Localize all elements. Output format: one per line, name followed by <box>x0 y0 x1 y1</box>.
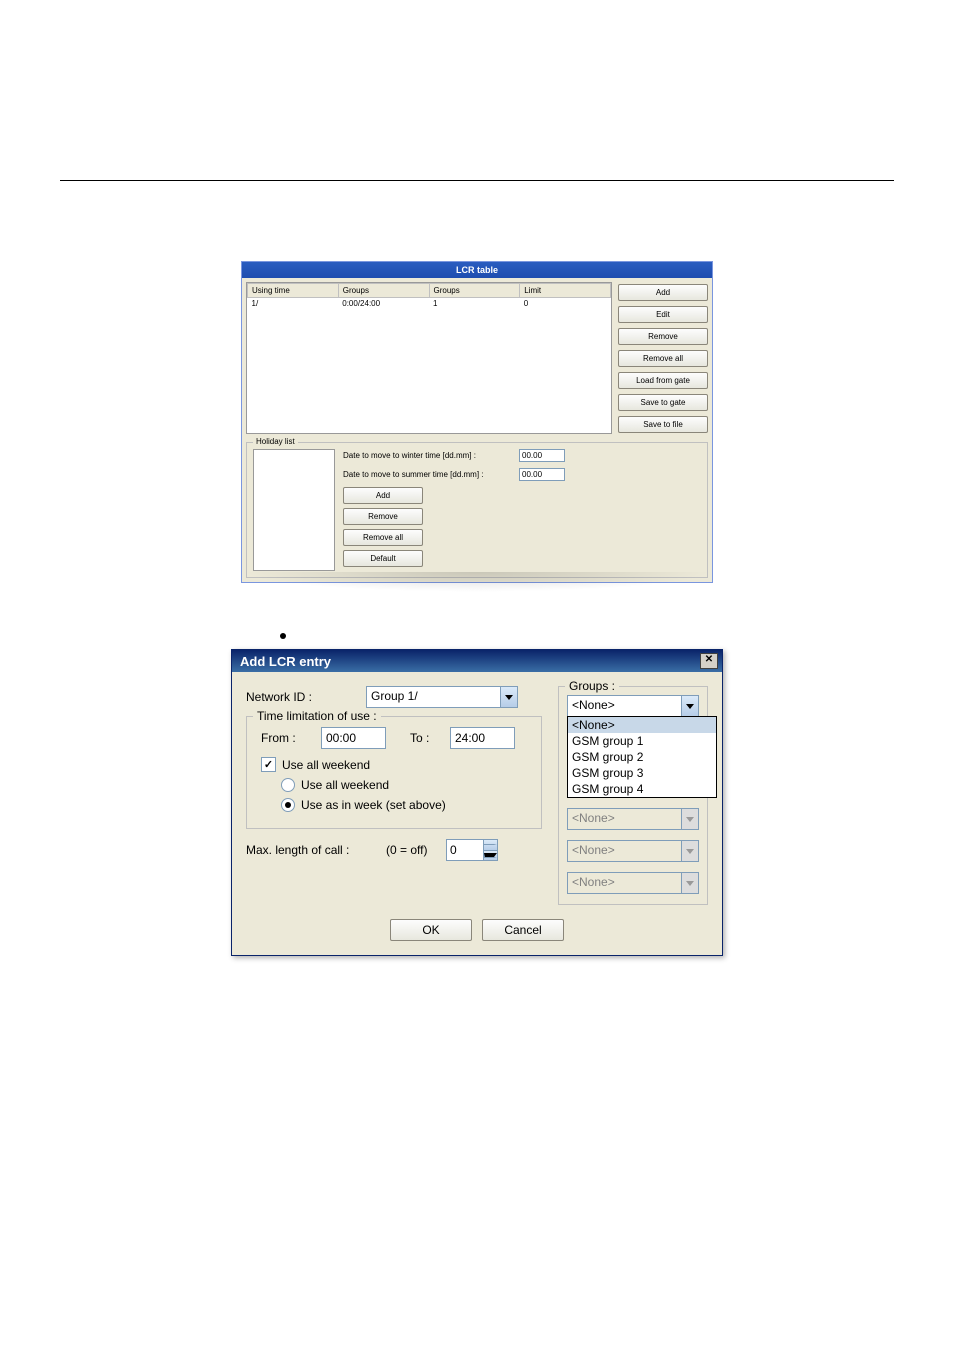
remove-button[interactable]: Remove <box>618 328 708 345</box>
save-to-gate-button[interactable]: Save to gate <box>618 394 708 411</box>
lcr-list[interactable]: Using time Groups Groups Limit 1/ 0:00/2… <box>246 282 612 434</box>
save-to-file-button[interactable]: Save to file <box>618 416 708 433</box>
summer-input[interactable] <box>519 468 565 481</box>
cancel-button[interactable]: Cancel <box>482 919 564 941</box>
col-groups2[interactable]: Groups <box>429 284 520 298</box>
list-item[interactable]: <None> <box>568 717 716 733</box>
list-item[interactable]: GSM group 1 <box>568 733 716 749</box>
group-dropdown-list[interactable]: <None> GSM group 1 GSM group 2 GSM group… <box>567 716 717 798</box>
bullet-icon <box>280 633 286 639</box>
holiday-group: Holiday list Date to move to winter time… <box>246 442 708 578</box>
network-id-combo[interactable]: Group 1/ <box>366 686 518 708</box>
radio-icon <box>281 778 295 792</box>
chevron-down-icon <box>681 873 698 893</box>
groups-group: Groups : <None> <None> GSM group 1 GSM g… <box>558 686 708 905</box>
holiday-list[interactable] <box>253 449 335 571</box>
radio-use-as-in-week[interactable]: Use as in week (set above) <box>281 798 531 812</box>
add-button[interactable]: Add <box>618 284 708 301</box>
holiday-add-button[interactable]: Add <box>343 487 423 504</box>
to-input[interactable] <box>450 727 515 749</box>
holiday-remove-all-button[interactable]: Remove all <box>343 529 423 546</box>
add-lcr-dialog: Add LCR entry ✕ Network ID : Group 1/ Ti… <box>231 649 723 956</box>
group-combo-1[interactable]: <None> <box>567 695 699 717</box>
divider <box>60 180 894 181</box>
list-item[interactable]: GSM group 4 <box>568 781 716 797</box>
max-length-label: Max. length of call : <box>246 843 376 857</box>
col-limit[interactable]: Limit <box>520 284 611 298</box>
from-label: From : <box>261 731 311 745</box>
spin-up-icon[interactable] <box>483 840 497 851</box>
chevron-down-icon[interactable] <box>500 687 517 707</box>
time-legend: Time limitation of use : <box>253 709 381 723</box>
winter-label: Date to move to winter time [dd.mm] : <box>343 451 513 460</box>
dialog-title: Add LCR entry <box>240 654 331 669</box>
table-row[interactable]: 1/ 0:00/24:00 1 0 <box>248 298 611 310</box>
chevron-down-icon <box>681 841 698 861</box>
chevron-down-icon[interactable] <box>681 696 698 716</box>
load-from-gate-button[interactable]: Load from gate <box>618 372 708 389</box>
chevron-down-icon <box>681 809 698 829</box>
holiday-default-button[interactable]: Default <box>343 550 423 567</box>
group-combo-4: <None> <box>567 872 699 894</box>
group-combo-2: <None> <box>567 808 699 830</box>
close-icon[interactable]: ✕ <box>700 653 718 669</box>
edit-button[interactable]: Edit <box>618 306 708 323</box>
lcr-table-window: LCR table Using time Groups Groups Limit… <box>241 261 713 583</box>
max-length-stepper[interactable] <box>446 839 498 861</box>
ok-button[interactable]: OK <box>390 919 472 941</box>
checkbox-icon: ✓ <box>261 757 276 772</box>
lcr-title: LCR table <box>242 262 712 278</box>
to-label: To : <box>410 731 440 745</box>
list-item[interactable]: GSM group 2 <box>568 749 716 765</box>
group-combo-3: <None> <box>567 840 699 862</box>
list-item[interactable]: GSM group 3 <box>568 765 716 781</box>
use-all-weekend-checkbox[interactable]: ✓ Use all weekend <box>261 757 531 772</box>
holiday-legend: Holiday list <box>253 437 298 446</box>
winter-input[interactable] <box>519 449 565 462</box>
summer-label: Date to move to summer time [dd.mm] : <box>343 470 513 479</box>
time-limitation-group: Time limitation of use : From : To : ✓ U… <box>246 716 542 829</box>
from-input[interactable] <box>321 727 386 749</box>
spin-down-icon[interactable] <box>483 851 497 861</box>
groups-legend: Groups : <box>565 679 619 693</box>
holiday-remove-button[interactable]: Remove <box>343 508 423 525</box>
col-groups1[interactable]: Groups <box>338 284 429 298</box>
radio-use-all-weekend[interactable]: Use all weekend <box>281 778 531 792</box>
radio-icon <box>281 798 295 812</box>
remove-all-button[interactable]: Remove all <box>618 350 708 367</box>
max-length-hint: (0 = off) <box>386 843 436 857</box>
network-id-label: Network ID : <box>246 690 356 704</box>
col-using-time[interactable]: Using time <box>248 284 339 298</box>
